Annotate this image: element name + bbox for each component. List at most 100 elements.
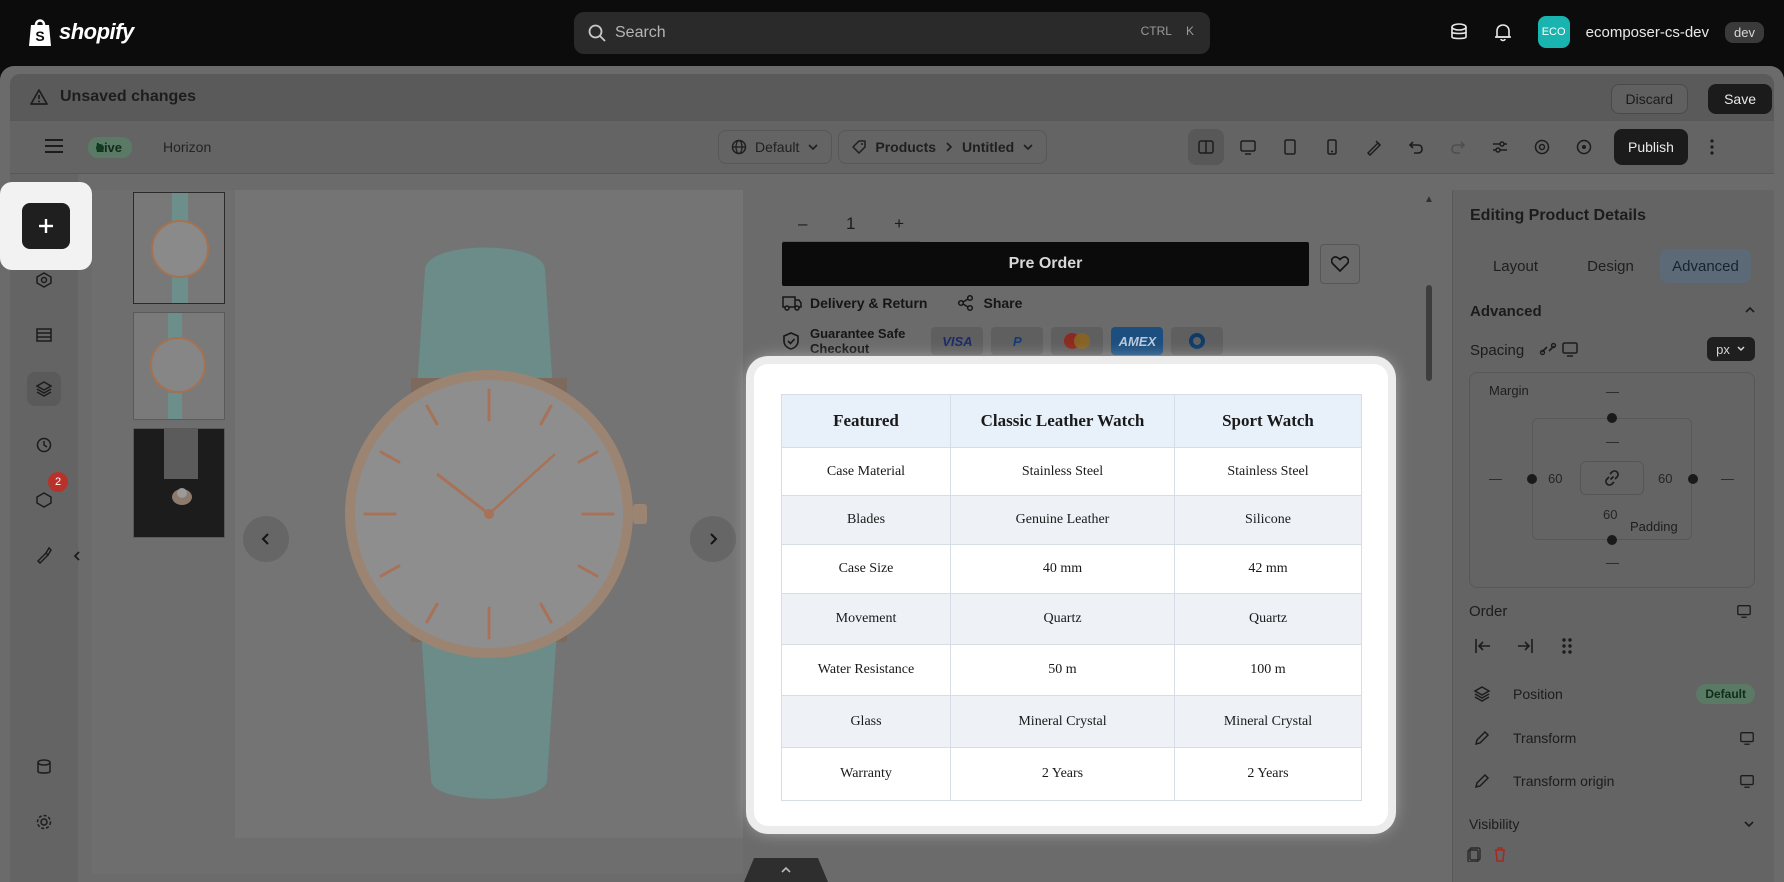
breadcrumb-current: Untitled	[962, 139, 1015, 155]
desktop-device-icon[interactable]	[1739, 773, 1755, 789]
search-bar[interactable]: Search CTRL K	[574, 12, 1210, 54]
margin-left-handle[interactable]	[1527, 474, 1537, 484]
desktop-device-icon[interactable]	[1561, 340, 1579, 358]
guarantee-line1: Guarantee Safe	[810, 326, 906, 341]
link-icon	[1605, 470, 1619, 486]
tab-layout[interactable]: Layout	[1470, 249, 1561, 283]
margin-top-input[interactable]: —	[1606, 384, 1619, 399]
unit-select[interactable]: px	[1707, 337, 1755, 361]
margin-right-handle[interactable]	[1688, 474, 1698, 484]
qty-decrease-button[interactable]: –	[798, 214, 807, 234]
delivery-return-link[interactable]: Delivery & Return	[782, 294, 927, 312]
layout-blocks-icon[interactable]	[27, 318, 61, 352]
product-main-image[interactable]	[235, 190, 743, 838]
sections-icon[interactable]	[27, 263, 61, 297]
template-select[interactable]: Default	[718, 130, 833, 164]
advanced-section-header[interactable]: Advanced	[1470, 303, 1542, 320]
padding-right-input[interactable]: 60	[1658, 471, 1672, 486]
visibility-row[interactable]: Visibility	[1469, 804, 1755, 844]
add-element-button[interactable]	[22, 203, 70, 249]
order-last-icon[interactable]	[1511, 632, 1539, 660]
table-cell: 50 m	[950, 644, 1175, 696]
transform-origin-row[interactable]: Transform origin	[1469, 761, 1755, 801]
padding-bottom-input[interactable]: 60	[1603, 507, 1617, 522]
scroll-up-arrow[interactable]: ▲	[1424, 194, 1434, 205]
share-link[interactable]: Share	[957, 294, 1022, 312]
theme-name: Horizon	[163, 139, 212, 155]
quantity-stepper[interactable]: – 1 +	[782, 206, 920, 242]
desktop-device-icon[interactable]	[1739, 730, 1755, 746]
menu-icon[interactable]	[44, 137, 64, 155]
table-cell: Mineral Crystal	[950, 695, 1175, 748]
more-options-icon[interactable]	[1694, 129, 1730, 165]
chevron-up-icon[interactable]	[1744, 305, 1756, 315]
undo-icon[interactable]	[1398, 129, 1434, 165]
delete-trash-icon[interactable]	[1492, 846, 1508, 862]
live-dot	[96, 143, 104, 152]
save-button[interactable]: Save	[1708, 84, 1772, 114]
desktop-device-icon[interactable]	[1736, 603, 1752, 619]
diners-club-icon	[1171, 327, 1224, 355]
margin-bottom-input[interactable]: —	[1606, 555, 1619, 570]
prev-image-button[interactable]	[243, 516, 289, 562]
settings-sliders-icon[interactable]	[1482, 129, 1518, 165]
order-first-icon[interactable]	[1469, 632, 1497, 660]
padding-top-input[interactable]: —	[1606, 434, 1619, 449]
qty-increase-button[interactable]: +	[894, 214, 904, 234]
warning-icon	[30, 89, 48, 105]
transform-row[interactable]: Transform	[1469, 718, 1755, 758]
order-buttons	[1469, 632, 1581, 660]
search-placeholder: Search	[615, 24, 666, 41]
discard-button[interactable]: Discard	[1610, 84, 1688, 114]
margin-right-input[interactable]: —	[1721, 471, 1734, 486]
comparison-table[interactable]: Featured Classic Leather Watch Sport Wat…	[781, 394, 1362, 801]
margin-top-handle[interactable]	[1607, 413, 1617, 423]
transform-label: Transform	[1513, 730, 1577, 746]
wishlist-button[interactable]	[1320, 244, 1360, 284]
gear-icon[interactable]	[27, 805, 61, 839]
tab-design[interactable]: Design	[1565, 249, 1656, 283]
product-thumbnail[interactable]	[133, 192, 225, 304]
ai-assistant-icon[interactable]	[1524, 129, 1560, 165]
padding-left-input[interactable]: 60	[1548, 471, 1562, 486]
pre-order-button[interactable]: Pre Order	[782, 242, 1309, 286]
position-layers-icon	[1469, 685, 1495, 703]
link-values-button[interactable]	[1580, 461, 1644, 495]
redo-icon[interactable]	[1440, 129, 1476, 165]
collapse-sidebar-icon[interactable]	[70, 539, 84, 573]
preview-eye-icon[interactable]	[1566, 129, 1602, 165]
table-cell: Water Resistance	[781, 644, 951, 696]
drag-handle-icon[interactable]	[1553, 632, 1581, 660]
paint-brush-icon[interactable]	[27, 538, 61, 572]
magic-edit-icon[interactable]	[1356, 129, 1392, 165]
database-icon[interactable]	[27, 750, 61, 784]
page-breadcrumb[interactable]: Products Untitled	[838, 130, 1048, 164]
margin-left-input[interactable]: —	[1489, 471, 1502, 486]
spacing-link-icon[interactable]	[1539, 340, 1557, 358]
tab-advanced[interactable]: Advanced	[1660, 249, 1751, 283]
product-thumbnail[interactable]	[133, 428, 225, 538]
shopify-logo[interactable]: S shopify	[27, 17, 134, 47]
table-row: Blades Genuine Leather Silicone	[781, 495, 1362, 545]
next-image-button[interactable]	[690, 516, 736, 562]
plus-icon	[39, 219, 53, 233]
layout-toggle-icon[interactable]	[1188, 129, 1224, 165]
bottom-drawer-toggle[interactable]	[744, 858, 828, 882]
desktop-view-icon[interactable]	[1230, 129, 1266, 165]
bell-icon[interactable]	[1486, 14, 1520, 50]
duplicate-icon[interactable]	[1466, 846, 1482, 862]
publish-button[interactable]: Publish	[1614, 129, 1688, 165]
table-cell: 40 mm	[950, 544, 1175, 594]
padding-bottom-handle[interactable]	[1607, 535, 1617, 545]
store-name[interactable]: ecomposer-cs-dev	[1586, 24, 1709, 41]
store-avatar[interactable]: ECO	[1537, 16, 1570, 48]
product-thumbnail[interactable]	[133, 312, 225, 420]
mobile-view-icon[interactable]	[1314, 129, 1350, 165]
canvas-scrollbar[interactable]	[1426, 285, 1432, 381]
history-clock-icon[interactable]	[27, 428, 61, 462]
table-cell: 42 mm	[1174, 544, 1362, 594]
tablet-view-icon[interactable]	[1272, 129, 1308, 165]
layers-icon[interactable]	[27, 372, 61, 406]
store-database-icon[interactable]	[1442, 14, 1476, 50]
position-row[interactable]: Position Default	[1469, 674, 1755, 714]
